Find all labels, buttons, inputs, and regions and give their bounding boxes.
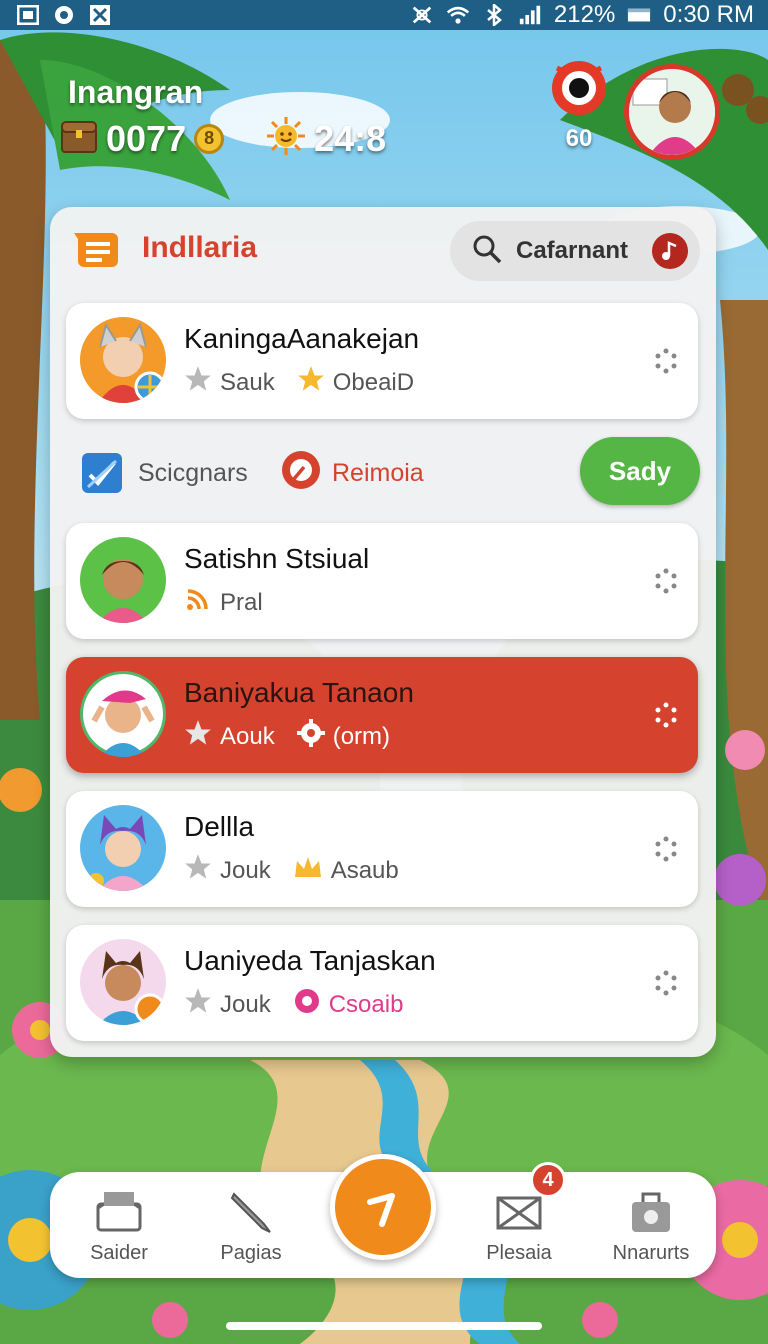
checkbox-label: Scicgnars: [138, 459, 248, 487]
app-notification-icon: [16, 4, 40, 26]
player-name-label: Uaniyeda Tanjaskan: [184, 945, 436, 976]
arrow-icon: [367, 1193, 395, 1227]
gear-icon: [296, 719, 325, 754]
player-card[interactable]: Satishn Stsiual Pral: [66, 523, 698, 639]
panel-header: Indllaria Cafarnant: [50, 207, 716, 293]
more-options-icon[interactable]: [652, 567, 680, 595]
star-icon: [184, 987, 212, 1022]
nav-item-plesaia[interactable]: Plesaia: [464, 1186, 574, 1265]
avatar: [80, 939, 166, 1025]
gold-star-icon: [297, 365, 325, 400]
bottom-nav: Saider Pagias Plesaia 4 Nnarurts: [50, 1154, 716, 1278]
reminder-label: Reimoia: [332, 459, 424, 487]
friends-panel: Indllaria Cafarnant KaningaAanakejan Sau…: [50, 207, 716, 1057]
resource-stats: 0077 8 24:8: [60, 116, 386, 161]
nav-label: Plesaia: [486, 1242, 552, 1264]
target-icon: [549, 61, 609, 122]
avatar: [80, 805, 166, 891]
player-tag-2: ObeaiD: [332, 368, 415, 396]
rss-icon: [184, 585, 212, 620]
player-name: Inangran: [68, 74, 204, 110]
player-name-label: Satishn Stsiual: [184, 543, 370, 574]
profile-avatar[interactable]: [624, 64, 720, 160]
player-card[interactable]: Uaniyeda Tanjaskan Jouk Csoaib: [66, 925, 698, 1041]
status-bar: 212% 0:30 RM: [0, 0, 768, 30]
player-tags: Pral: [184, 585, 263, 620]
coin-count: 0077: [106, 117, 187, 159]
player-name-label: KaningaAanakejan: [184, 323, 420, 354]
more-options-icon[interactable]: [652, 835, 680, 863]
avatar: [80, 537, 166, 623]
nav-label: Saider: [90, 1242, 148, 1264]
star-icon: [184, 719, 212, 754]
target-button[interactable]: 60: [548, 58, 610, 153]
search-field[interactable]: Cafarnant: [450, 221, 700, 281]
player-name-label: Baniyakua Tanaon: [184, 677, 414, 708]
player-tag-2: (orm): [332, 722, 391, 750]
bluetooth-icon: [482, 4, 506, 26]
target-count: 60: [565, 125, 593, 152]
chest-icon: [94, 1186, 144, 1236]
clock: 0:30 RM: [663, 1, 754, 28]
player-tag-2: Asaub: [330, 856, 399, 884]
player-card[interactable]: KaningaAanakejan Sauk ObeaiD: [66, 303, 698, 419]
mute-icon: [410, 4, 434, 26]
player-tag-1: Sauk: [220, 368, 275, 396]
player-tag-1: Aouk: [220, 722, 275, 750]
search-label: Cafarnant: [516, 237, 629, 264]
music-note-icon[interactable]: [652, 233, 688, 269]
ready-button[interactable]: Sady: [580, 437, 700, 505]
nav-item-pagias[interactable]: Pagias: [196, 1186, 306, 1265]
player-tag-1: Pral: [220, 588, 263, 616]
signal-icon: [518, 4, 542, 26]
reminder-icon[interactable]: [280, 449, 322, 491]
player-tags: Sauk ObeaiD: [184, 365, 414, 400]
battery-icon: [627, 4, 651, 26]
home-indicator[interactable]: [226, 1322, 542, 1330]
treasure-chest-icon: [60, 118, 98, 159]
energy-count: 24:8: [314, 117, 387, 159]
player-tag-2: Csoaib: [328, 990, 404, 1018]
sun-icon: [266, 116, 306, 161]
tools-icon: [88, 4, 112, 26]
avatar: [80, 317, 166, 403]
star-icon: [184, 853, 212, 888]
checkbox-icon[interactable]: [80, 451, 124, 495]
coin-icon: 8: [194, 123, 225, 154]
player-tag-1: Jouk: [220, 990, 271, 1018]
battery-text: 212%: [553, 1, 616, 28]
filter-row: Scicgnars Reimoia Sady: [80, 437, 700, 507]
pencil-icon: [226, 1186, 276, 1236]
wifi-icon: [446, 4, 470, 26]
nav-label: Pagias: [220, 1242, 282, 1264]
notification-badge: 4: [530, 1162, 566, 1198]
avatar: [80, 671, 166, 757]
crown-icon: [293, 853, 323, 888]
more-options-icon[interactable]: [652, 969, 680, 997]
player-tags: Jouk Csoaib: [184, 987, 403, 1022]
nav-label: Nnarurts: [612, 1242, 690, 1264]
search-icon: [472, 234, 502, 269]
player-tags: Jouk Asaub: [184, 853, 399, 888]
player-tags: Aouk (orm): [184, 719, 390, 754]
more-options-icon[interactable]: [652, 701, 680, 729]
play-button[interactable]: [330, 1154, 436, 1260]
player-card-selected[interactable]: Baniyakua Tanaon Aouk (orm): [66, 657, 698, 773]
player-name-label: Dellla: [184, 811, 255, 842]
star-icon: [184, 365, 212, 400]
flower-icon: [293, 987, 321, 1022]
player-tag-1: Jouk: [220, 856, 271, 884]
more-options-icon[interactable]: [652, 347, 680, 375]
panel-title: Indllaria: [142, 231, 258, 264]
nav-item-saider[interactable]: Saider: [64, 1186, 174, 1265]
bag-icon: [626, 1186, 676, 1236]
record-icon: [52, 4, 76, 26]
list-icon: [74, 225, 124, 275]
nav-item-nnarurts[interactable]: Nnarurts: [596, 1186, 706, 1265]
player-card[interactable]: Dellla Jouk Asaub: [66, 791, 698, 907]
